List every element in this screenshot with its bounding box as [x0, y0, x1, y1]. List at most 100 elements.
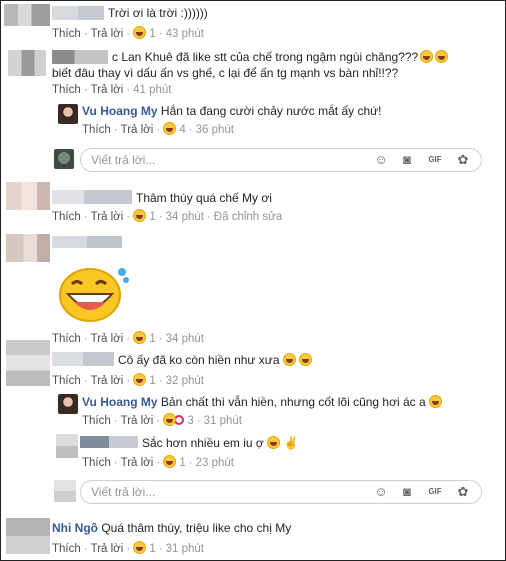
timestamp[interactable]: 34 phút — [166, 211, 204, 223]
comment-text: Trời ơi là trời :)))))) — [108, 6, 208, 20]
gif-icon[interactable]: GIF — [427, 152, 443, 168]
smiley-icon[interactable]: ☺ — [373, 484, 389, 500]
comment-actions: Thích · Trả lời · 1 · 32 phút — [52, 373, 204, 387]
reply-link[interactable]: Trả lời — [121, 415, 154, 427]
comment-text-line2: biết đâu thay vì dấu ấn vs ghế, c lại để… — [52, 66, 399, 80]
avatar-pixelated — [6, 518, 50, 554]
commenter-name-pixelated — [52, 6, 104, 20]
commenter-name-pixelated — [80, 436, 138, 448]
reply-input-box[interactable]: Viết trả lời... ☺ ◙ GIF ✿ — [80, 480, 482, 504]
avatar-pixelated — [8, 50, 46, 76]
comment-actions: Thích · Trả lời · 1 · 34 phút · Đã chỉnh sửa — [52, 209, 283, 223]
heart-eyes-emoji-icon — [267, 436, 281, 449]
reply-link[interactable]: Trả lời — [91, 28, 124, 40]
smiley-icon[interactable]: ☺ — [373, 152, 389, 168]
like-link[interactable]: Thích — [52, 375, 81, 387]
like-link[interactable]: Thích — [52, 84, 81, 96]
reply-link[interactable]: Trả lời — [91, 543, 124, 555]
avatar-pixelated — [56, 434, 78, 458]
avatar-pixelated — [4, 4, 50, 26]
wink-kiss-emoji-icon — [298, 353, 312, 366]
timestamp[interactable]: 41 phút — [133, 84, 171, 96]
reply-input-placeholder: Viết trả lời... — [91, 485, 156, 499]
timestamp[interactable]: 32 phút — [166, 375, 204, 387]
like-link[interactable]: Thích — [52, 543, 81, 555]
grin-emoji-icon — [282, 353, 296, 366]
like-link[interactable]: Thích — [82, 457, 111, 469]
reply-link[interactable]: Trả lời — [121, 124, 154, 136]
avatar-pixelated — [6, 340, 50, 386]
haha-reaction-icon[interactable] — [133, 541, 147, 554]
comment-actions: Thích · Trả lời · 41 phút — [52, 84, 172, 96]
reaction-count: 1 — [179, 457, 186, 469]
reply-input-box[interactable]: Viết trả lời... ☺ ◙ GIF ✿ — [80, 148, 482, 172]
laughing-sticker-icon — [59, 268, 129, 322]
reaction-count: 1 — [149, 333, 156, 345]
reply-link[interactable]: Trả lời — [91, 211, 124, 223]
comment-actions: Thích · Trả lời · 1 · 43 phút — [52, 26, 204, 40]
reply-text: Vu Hoang My Bản chất thì vẫn hiền, nhưng… — [82, 395, 442, 410]
commenter-name-pixelated — [52, 352, 114, 366]
comment-text: Thâm thúy quá chế My ơi — [136, 191, 272, 205]
haha-reaction-icon[interactable] — [133, 331, 147, 344]
edited-label[interactable]: Đã chỉnh sửa — [214, 211, 282, 223]
haha-reaction-icon[interactable] — [163, 413, 177, 426]
sticker-icon[interactable]: ✿ — [455, 152, 471, 168]
haha-reaction-icon[interactable] — [163, 455, 177, 468]
reaction-count: 1 — [149, 211, 156, 223]
comment-actions: Thích · Trả lời · 1 · 23 phút — [82, 455, 234, 469]
like-link[interactable]: Thích — [52, 333, 81, 345]
laugh-emoji-icon — [435, 50, 449, 63]
comment-actions: Thích · Trả lời · 1 · 34 phút — [52, 331, 204, 345]
comment-text: c Lan Khuê đã like stt của chế trong ngậ… — [112, 50, 449, 65]
like-link[interactable]: Thích — [82, 415, 111, 427]
haha-reaction-icon[interactable] — [163, 122, 177, 135]
commenter-name[interactable]: Nhi Ngô — [52, 521, 98, 535]
timestamp[interactable]: 31 phút — [166, 543, 204, 555]
timestamp[interactable]: 31 phút — [204, 415, 242, 427]
comment-actions: Thích · Trả lời · 4 · 36 phút — [82, 122, 234, 136]
reaction-count: 4 — [179, 124, 186, 136]
timestamp[interactable]: 43 phút — [166, 28, 204, 40]
haha-reaction-icon[interactable] — [133, 209, 147, 222]
like-link[interactable]: Thích — [82, 124, 111, 136]
victory-hand-emoji-icon: ✌ — [283, 436, 299, 450]
reaction-count: 1 — [149, 543, 156, 555]
reply-link[interactable]: Trả lời — [91, 84, 124, 96]
avatar-pixelated — [6, 182, 50, 210]
comment-text: Cô ấy đã ko còn hiền như xưa — [118, 353, 312, 368]
avatar[interactable] — [58, 394, 78, 414]
commenter-name[interactable]: Vu Hoang My — [82, 104, 158, 118]
reply-text: Vu Hoang My Hắn ta đang cười chảy nước m… — [82, 104, 382, 118]
camera-icon[interactable]: ◙ — [399, 152, 415, 168]
timestamp[interactable]: 36 phút — [196, 124, 234, 136]
haha-reaction-icon[interactable] — [133, 26, 147, 39]
gif-icon[interactable]: GIF — [427, 484, 443, 500]
reply-text: Sắc hơn nhiều em iu ợ ✌ — [142, 436, 299, 450]
like-link[interactable]: Thích — [52, 28, 81, 40]
like-link[interactable]: Thích — [52, 211, 81, 223]
sticker-icon[interactable]: ✿ — [455, 484, 471, 500]
avatar — [54, 149, 74, 169]
reply-link[interactable]: Trả lời — [121, 457, 154, 469]
avatar[interactable] — [58, 104, 78, 124]
tongue-emoji-icon — [429, 395, 442, 408]
reply-link[interactable]: Trả lời — [91, 333, 124, 345]
commenter-name[interactable]: Vu Hoang My — [82, 395, 158, 409]
commenter-name-pixelated — [52, 236, 122, 248]
reaction-count: 1 — [149, 375, 156, 387]
commenter-name-pixelated — [52, 190, 132, 204]
haha-reaction-icon[interactable] — [133, 373, 147, 386]
reaction-count: 1 — [149, 28, 156, 40]
comment-text: Nhi Ngô Quá thâm thúy, triệu like cho ch… — [52, 521, 292, 535]
timestamp[interactable]: 23 phút — [196, 457, 234, 469]
reaction-count: 3 — [187, 415, 194, 427]
camera-icon[interactable]: ◙ — [399, 484, 415, 500]
timestamp[interactable]: 34 phút — [166, 333, 204, 345]
laugh-emoji-icon — [420, 50, 434, 63]
commenter-name-pixelated — [52, 50, 108, 64]
reply-link[interactable]: Trả lời — [91, 375, 124, 387]
reply-input-placeholder: Viết trả lời... — [91, 153, 156, 167]
comment-actions: Thích · Trả lời · 3 · 31 phút — [82, 413, 242, 427]
comment-actions: Thích · Trả lời · 1 · 31 phút — [52, 541, 204, 555]
